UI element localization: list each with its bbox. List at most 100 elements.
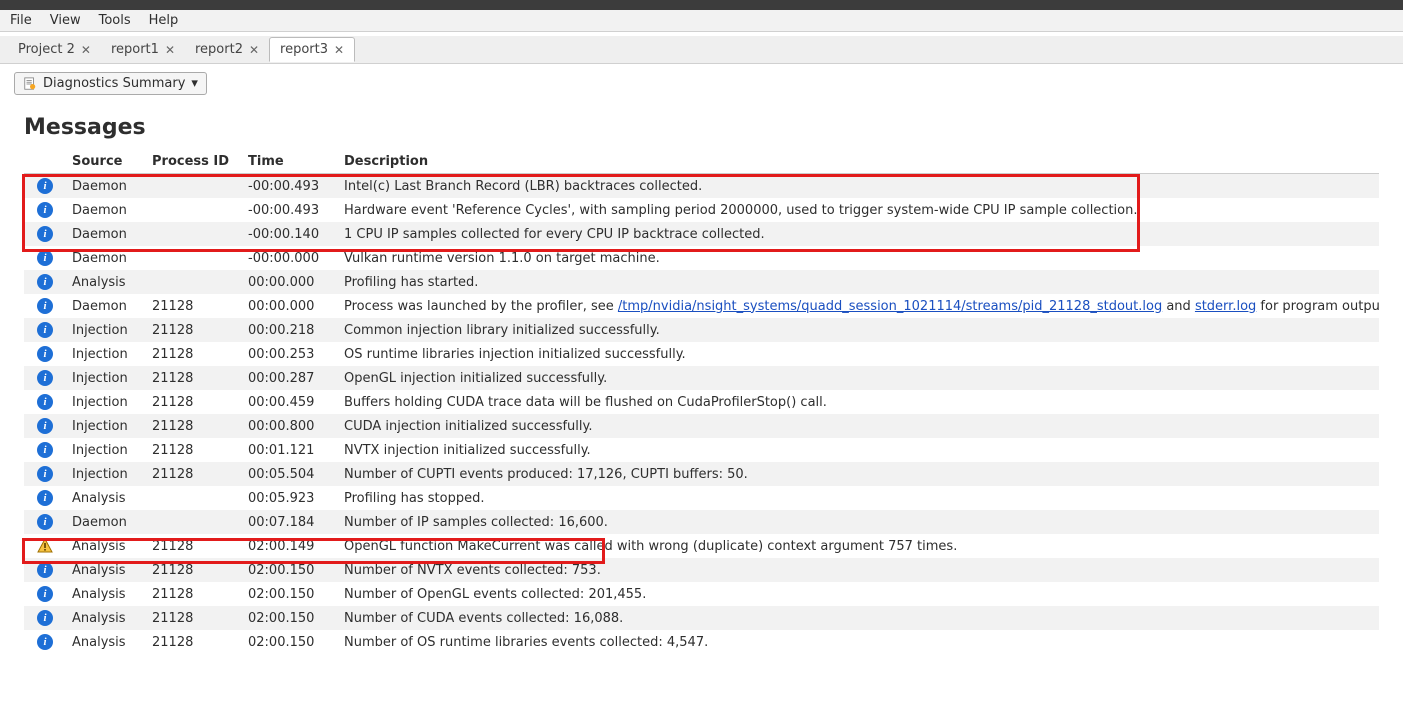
cell-description: Process was launched by the profiler, se… xyxy=(338,294,1379,318)
cell-description: Buffers holding CUDA trace data will be … xyxy=(338,390,1379,414)
info-icon: i xyxy=(37,514,53,530)
info-icon: i xyxy=(37,346,53,362)
close-icon[interactable]: ✕ xyxy=(334,43,344,57)
info-icon: i xyxy=(37,202,53,218)
table-row[interactable]: iDaemon-00:00.1401 CPU IP samples collec… xyxy=(24,222,1379,246)
cell-pid: 21128 xyxy=(146,438,242,462)
stderr-log-link[interactable]: stderr.log xyxy=(1195,299,1256,314)
tab-report2[interactable]: report2 ✕ xyxy=(185,38,269,61)
cell-source: Injection xyxy=(66,366,146,390)
report-icon xyxy=(23,77,37,91)
cell-description: 1 CPU IP samples collected for every CPU… xyxy=(338,222,1379,246)
messages-table: Source Process ID Time Description iDaem… xyxy=(24,150,1379,654)
table-row[interactable]: iInjection2112800:00.800CUDA injection i… xyxy=(24,414,1379,438)
table-row[interactable]: iAnalysis2112802:00.150Number of CUDA ev… xyxy=(24,606,1379,630)
col-pid[interactable]: Process ID xyxy=(146,150,242,174)
cell-time: 02:00.150 xyxy=(242,558,338,582)
cell-time: -00:00.493 xyxy=(242,174,338,199)
view-selector-dropdown[interactable]: Diagnostics Summary ▾ xyxy=(14,72,207,95)
tab-report3[interactable]: report3✕ xyxy=(269,37,355,62)
cell-source: Injection xyxy=(66,318,146,342)
table-row[interactable]: Analysis2112802:00.149OpenGL function Ma… xyxy=(24,534,1379,558)
menu-help[interactable]: Help xyxy=(149,13,179,28)
info-icon: i xyxy=(37,178,53,194)
cell-description: OpenGL injection initialized successfull… xyxy=(338,366,1379,390)
chevron-down-icon: ▾ xyxy=(191,76,198,91)
table-row[interactable]: iInjection2112800:00.459Buffers holding … xyxy=(24,390,1379,414)
cell-pid: 21128 xyxy=(146,342,242,366)
menu-tools[interactable]: Tools xyxy=(99,13,131,28)
cell-source: Daemon xyxy=(66,510,146,534)
table-row[interactable]: iDaemon-00:00.493Hardware event 'Referen… xyxy=(24,198,1379,222)
table-row[interactable]: i Daemon 00:07.184Number of IP samples col… xyxy=(24,510,1379,534)
info-icon: i xyxy=(37,586,53,602)
cell-source: Injection xyxy=(66,462,146,486)
cell-time: 00:00.000 xyxy=(242,294,338,318)
cell-pid: 21128 xyxy=(146,318,242,342)
cell-source: Daemon xyxy=(66,294,146,318)
cell-time: 00:00.000 xyxy=(242,270,338,294)
table-row[interactable]: iInjection2112800:05.504Number of CUPTI … xyxy=(24,462,1379,486)
tab-project-2[interactable]: Project 2 ✕ xyxy=(8,38,101,61)
cell-source: Analysis xyxy=(66,486,146,510)
table-row[interactable]: iInjection2112800:01.121NVTX injection i… xyxy=(24,438,1379,462)
cell-source: Injection xyxy=(66,390,146,414)
cell-time: 00:00.800 xyxy=(242,414,338,438)
table-row[interactable]: iAnalysis2112802:00.150Number of OS runt… xyxy=(24,630,1379,654)
cell-time: 00:01.121 xyxy=(242,438,338,462)
col-desc[interactable]: Description xyxy=(338,150,1379,174)
info-icon: i xyxy=(37,298,53,314)
table-row[interactable]: iAnalysis00:05.923Profiling has stopped. xyxy=(24,486,1379,510)
cell-source: Daemon xyxy=(66,222,146,246)
document-tabs: Project 2✕report1✕report2✕report3✕ xyxy=(0,36,1403,64)
cell-pid: 21128 xyxy=(146,390,242,414)
cell-pid: 21128 xyxy=(146,606,242,630)
tab-label: Project 2 xyxy=(18,42,75,57)
view-selector-label: Diagnostics Summary xyxy=(43,76,185,91)
table-row[interactable]: iInjection2112800:00.218Common injection… xyxy=(24,318,1379,342)
cell-pid xyxy=(146,270,242,294)
table-header-row: Source Process ID Time Description xyxy=(24,150,1379,174)
table-row[interactable]: iDaemon-00:00.000Vulkan runtime version … xyxy=(24,246,1379,270)
cell-pid xyxy=(146,174,242,199)
stdout-log-link[interactable]: /tmp/nvidia/nsight_systems/quadd_session… xyxy=(618,299,1162,314)
page-title: Messages xyxy=(24,115,1379,140)
table-row[interactable]: iAnalysis2112802:00.150Number of NVTX ev… xyxy=(24,558,1379,582)
info-icon: i xyxy=(37,418,53,434)
menu-file[interactable]: File xyxy=(10,13,32,28)
tab-report1[interactable]: report1✕ xyxy=(101,38,185,61)
info-icon: i xyxy=(37,226,53,242)
cell-description: Number of IP samples collected: 16,600. xyxy=(338,510,1379,534)
cell-time: 00:07.184 xyxy=(242,510,338,534)
close-icon[interactable]: ✕ xyxy=(165,43,175,57)
cell-time: 00:00.459 xyxy=(242,390,338,414)
cell-pid xyxy=(146,222,242,246)
col-time[interactable]: Time xyxy=(242,150,338,174)
table-row[interactable]: iInjection2112800:00.253OS runtime libra… xyxy=(24,342,1379,366)
col-source[interactable]: Source xyxy=(66,150,146,174)
table-row[interactable]: iAnalysis2112802:00.150Number of OpenGL … xyxy=(24,582,1379,606)
table-row[interactable]: iAnalysis00:00.000Profiling has started. xyxy=(24,270,1379,294)
close-icon[interactable]: ✕ xyxy=(81,43,91,57)
table-row[interactable]: iInjection2112800:00.287OpenGL injection… xyxy=(24,366,1379,390)
cell-time: 00:05.923 xyxy=(242,486,338,510)
cell-description: NVTX injection initialized successfully. xyxy=(338,438,1379,462)
cell-time: 02:00.149 xyxy=(242,534,338,558)
cell-pid: 21128 xyxy=(146,534,242,558)
info-icon: i xyxy=(37,442,53,458)
cell-pid: 21128 xyxy=(146,582,242,606)
cell-description: Number of CUPTI events produced: 17,126,… xyxy=(338,462,1379,486)
cell-time: -00:00.000 xyxy=(242,246,338,270)
cell-pid: 21128 xyxy=(146,294,242,318)
cell-pid: 21128 xyxy=(146,414,242,438)
info-icon: i xyxy=(37,634,53,650)
cell-source: Injection xyxy=(66,342,146,366)
tab-label: report2 xyxy=(195,42,243,57)
close-icon[interactable]: ✕ xyxy=(249,43,259,57)
cell-description: Number of NVTX events collected: 753. xyxy=(338,558,1379,582)
menu-bar: File View Tools Help xyxy=(0,10,1403,32)
table-row[interactable]: i Daemon2112800:00.000Process was launche… xyxy=(24,294,1379,318)
cell-source: Analysis xyxy=(66,630,146,654)
menu-view[interactable]: View xyxy=(50,13,81,28)
table-row[interactable]: iDaemon-00:00.493Intel(c) Last Branch Re… xyxy=(24,174,1379,199)
